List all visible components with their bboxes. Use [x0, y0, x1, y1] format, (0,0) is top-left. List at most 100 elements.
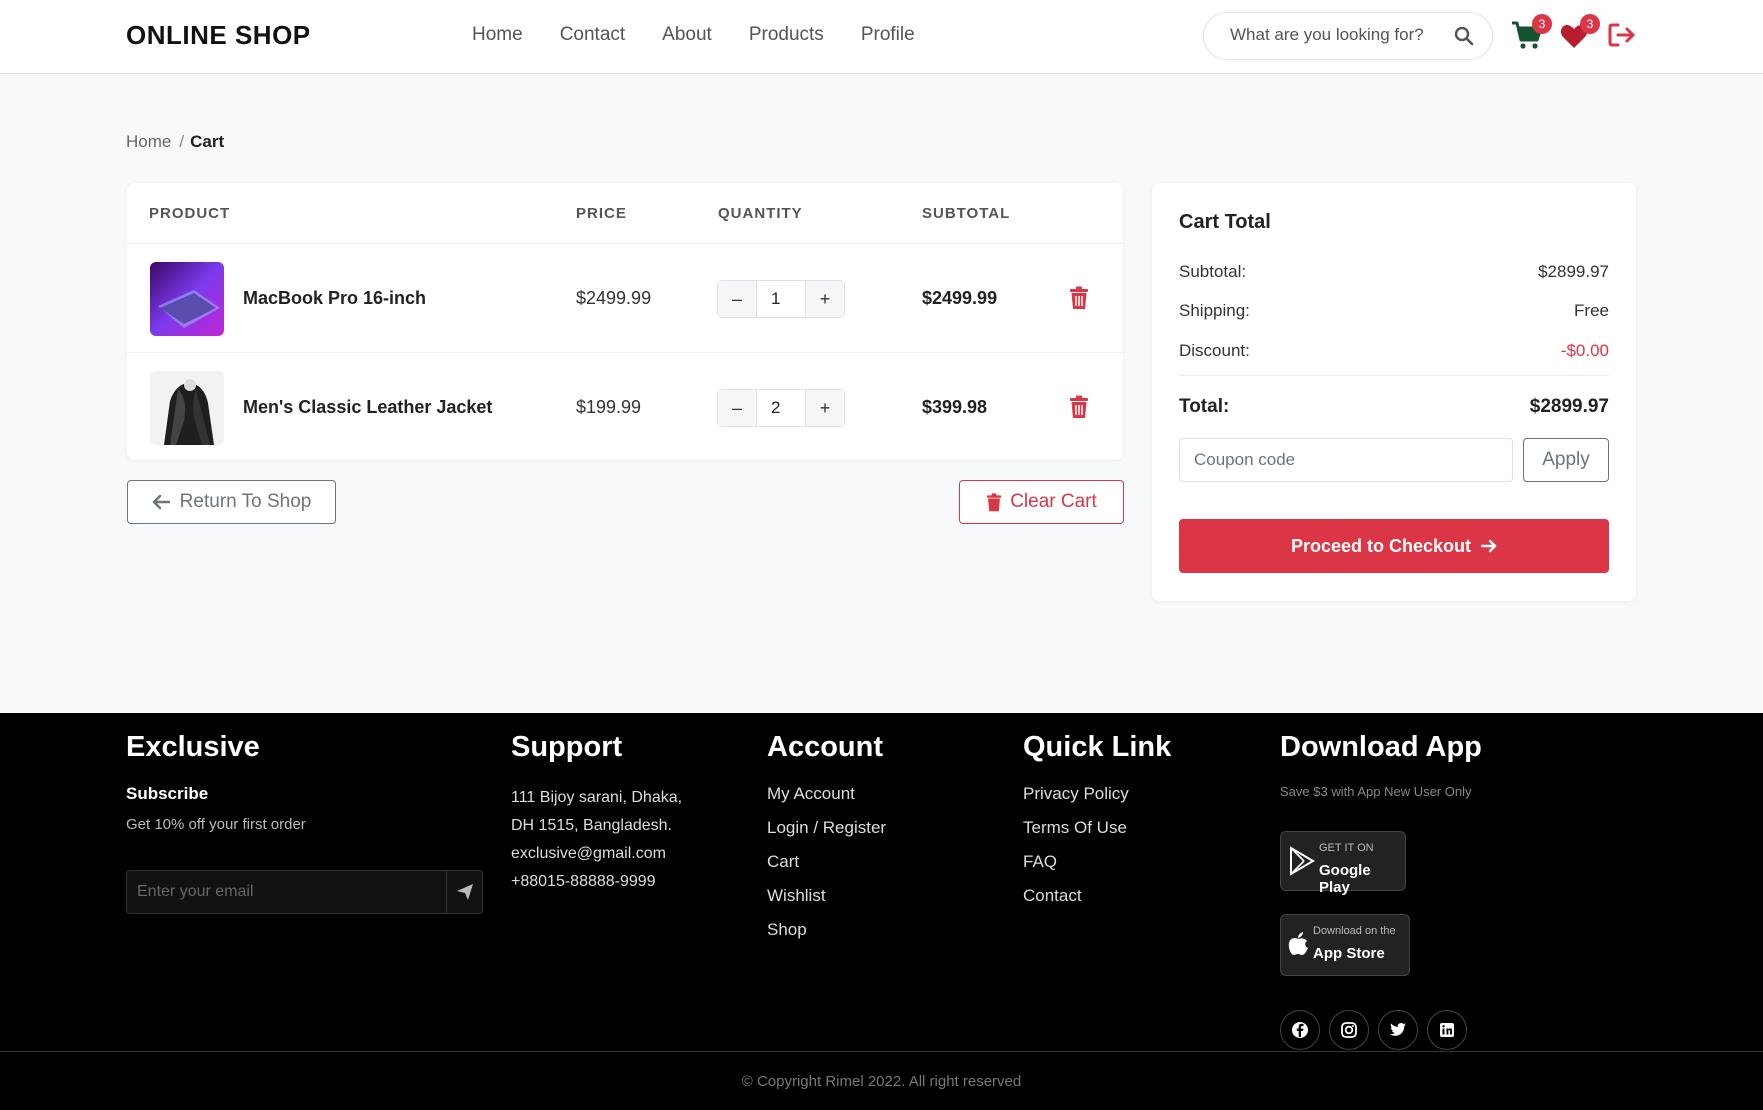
- search-box: [1203, 12, 1493, 60]
- subtotal-row: Subtotal: $2899.97: [1179, 262, 1609, 282]
- support-address-1: 111 Bijoy sarani, Dhaka,: [511, 789, 683, 806]
- discount-value: -$0.00: [1560, 341, 1609, 360]
- email-field[interactable]: [137, 883, 417, 901]
- product-price: $199.99: [576, 397, 642, 417]
- google-play-icon: [1289, 846, 1315, 881]
- decrease-button[interactable]: –: [718, 390, 756, 426]
- app-store-button[interactable]: Download on the App Store: [1280, 914, 1410, 976]
- footer-link-contact[interactable]: Contact: [1023, 886, 1171, 906]
- footer-link-wishlist[interactable]: Wishlist: [767, 886, 886, 906]
- send-icon[interactable]: [446, 871, 482, 913]
- footer-link-terms[interactable]: Terms Of Use: [1023, 818, 1171, 838]
- increase-button[interactable]: +: [806, 390, 844, 426]
- total-row: Total: $2899.97: [1179, 396, 1609, 418]
- product-image[interactable]: [150, 371, 224, 445]
- nav-products[interactable]: Products: [749, 24, 824, 46]
- app-store-small: Download on the: [1313, 925, 1396, 937]
- product-name[interactable]: Men's Classic Leather Jacket: [243, 397, 492, 418]
- header-product: PRODUCT: [149, 205, 231, 222]
- trash-icon: [986, 492, 1002, 512]
- cart-table: PRODUCT PRICE QUANTITY SUBTOTAL MacBook …: [127, 183, 1123, 460]
- shipping-value: Free: [1574, 301, 1609, 320]
- product-price: $2499.99: [576, 288, 652, 308]
- footer-link-shop[interactable]: Shop: [767, 920, 886, 940]
- footer-link-faq[interactable]: FAQ: [1023, 852, 1171, 872]
- row-subtotal: $2499.99: [922, 288, 998, 308]
- arrow-right-icon: [1481, 539, 1497, 553]
- linkedin-icon[interactable]: [1427, 1010, 1467, 1050]
- clear-cart-label: Clear Cart: [1010, 491, 1097, 512]
- cart-total-title: Cart Total: [1179, 211, 1271, 233]
- footer-link-login-register[interactable]: Login / Register: [767, 818, 886, 838]
- instagram-icon[interactable]: [1329, 1010, 1369, 1050]
- trash-icon[interactable]: [1069, 395, 1089, 424]
- footer-account: Account My Account Login / Register Cart…: [767, 731, 886, 954]
- subscribe-title: Subscribe: [126, 784, 209, 803]
- twitter-icon[interactable]: [1378, 1010, 1418, 1050]
- header-subtotal: SUBTOTAL: [922, 205, 1011, 222]
- return-to-shop-button[interactable]: Return To Shop: [127, 480, 336, 524]
- footer-download: Download App Save $3 with App New User O…: [1280, 731, 1580, 1061]
- brand-logo[interactable]: ONLINE SHOP: [126, 20, 311, 51]
- quantity-value[interactable]: 1: [756, 281, 806, 317]
- footer-link-cart[interactable]: Cart: [767, 852, 886, 872]
- arrow-left-icon: [152, 494, 170, 510]
- row-subtotal: $399.98: [922, 397, 988, 417]
- google-play-button[interactable]: GET IT ON Google Play: [1280, 831, 1406, 896]
- total-label: Total:: [1179, 396, 1230, 417]
- increase-button[interactable]: +: [806, 281, 844, 317]
- support-address-2: DH 1515, Bangladesh.: [511, 817, 672, 834]
- footer-link-privacy[interactable]: Privacy Policy: [1023, 784, 1171, 804]
- footer-account-title: Account: [767, 731, 883, 763]
- table-row: MacBook Pro 16-inch $2499.99 – 1 + $2499…: [127, 243, 1123, 352]
- apply-coupon-button[interactable]: Apply: [1523, 438, 1609, 482]
- quantity-stepper: – 1 +: [717, 280, 845, 318]
- support-phone[interactable]: +88015-88888-9999: [511, 868, 682, 896]
- footer-exclusive: Exclusive Subscribe Get 10% off your fir…: [126, 731, 483, 914]
- product-image[interactable]: [150, 262, 224, 336]
- return-label: Return To Shop: [179, 491, 312, 512]
- table-row: Men's Classic Leather Jacket $199.99 – 2…: [127, 352, 1123, 461]
- footer-download-title: Download App: [1280, 731, 1482, 763]
- discount-row: Discount: -$0.00: [1179, 341, 1609, 361]
- footer-support-title: Support: [511, 731, 623, 763]
- cart-total-panel: Cart Total Subtotal: $2899.97 Shipping: …: [1152, 183, 1636, 601]
- logout-icon[interactable]: [1607, 22, 1637, 53]
- checkout-label: Proceed to Checkout: [1290, 535, 1472, 556]
- nav-about[interactable]: About: [662, 24, 712, 46]
- footer-quick-link: Quick Link Privacy Policy Terms Of Use F…: [1023, 731, 1171, 920]
- clear-cart-button[interactable]: Clear Cart: [959, 480, 1124, 524]
- nav-home[interactable]: Home: [472, 24, 523, 46]
- breadcrumb-current: Cart: [190, 132, 225, 151]
- header-price: PRICE: [576, 205, 627, 222]
- main-nav: Home Contact About Products Profile: [472, 24, 952, 46]
- app-store-label: App Store: [1313, 945, 1385, 962]
- facebook-icon[interactable]: [1280, 1010, 1320, 1050]
- subtotal-label: Subtotal:: [1179, 262, 1247, 281]
- nav-contact[interactable]: Contact: [560, 24, 625, 46]
- subtotal-value: $2899.97: [1538, 262, 1609, 281]
- top-header: ONLINE SHOP Home Contact About Products …: [0, 0, 1763, 74]
- quantity-stepper: – 2 +: [717, 389, 845, 427]
- search-icon[interactable]: [1454, 26, 1474, 51]
- coupon-input[interactable]: [1179, 438, 1513, 482]
- breadcrumb-home[interactable]: Home: [126, 132, 171, 151]
- nav-profile[interactable]: Profile: [861, 24, 915, 46]
- footer-link-my-account[interactable]: My Account: [767, 784, 886, 804]
- google-play-small: GET IT ON: [1319, 842, 1374, 854]
- proceed-to-checkout-button[interactable]: Proceed to Checkout: [1179, 519, 1609, 573]
- shipping-label: Shipping:: [1179, 301, 1250, 320]
- footer-divider: [0, 1051, 1763, 1052]
- breadcrumb: Home / Cart: [126, 132, 224, 152]
- support-email[interactable]: exclusive@gmail.com: [511, 840, 682, 868]
- search-input[interactable]: [1230, 25, 1440, 45]
- decrease-button[interactable]: –: [718, 281, 756, 317]
- footer: Exclusive Subscribe Get 10% off your fir…: [0, 713, 1763, 1110]
- trash-icon[interactable]: [1069, 286, 1089, 315]
- cart-count-badge: 3: [1532, 14, 1552, 34]
- divider: [1179, 375, 1609, 376]
- product-name[interactable]: MacBook Pro 16-inch: [243, 288, 426, 309]
- footer-exclusive-title: Exclusive: [126, 731, 260, 763]
- total-value: $2899.97: [1529, 396, 1609, 417]
- quantity-value[interactable]: 2: [756, 390, 806, 426]
